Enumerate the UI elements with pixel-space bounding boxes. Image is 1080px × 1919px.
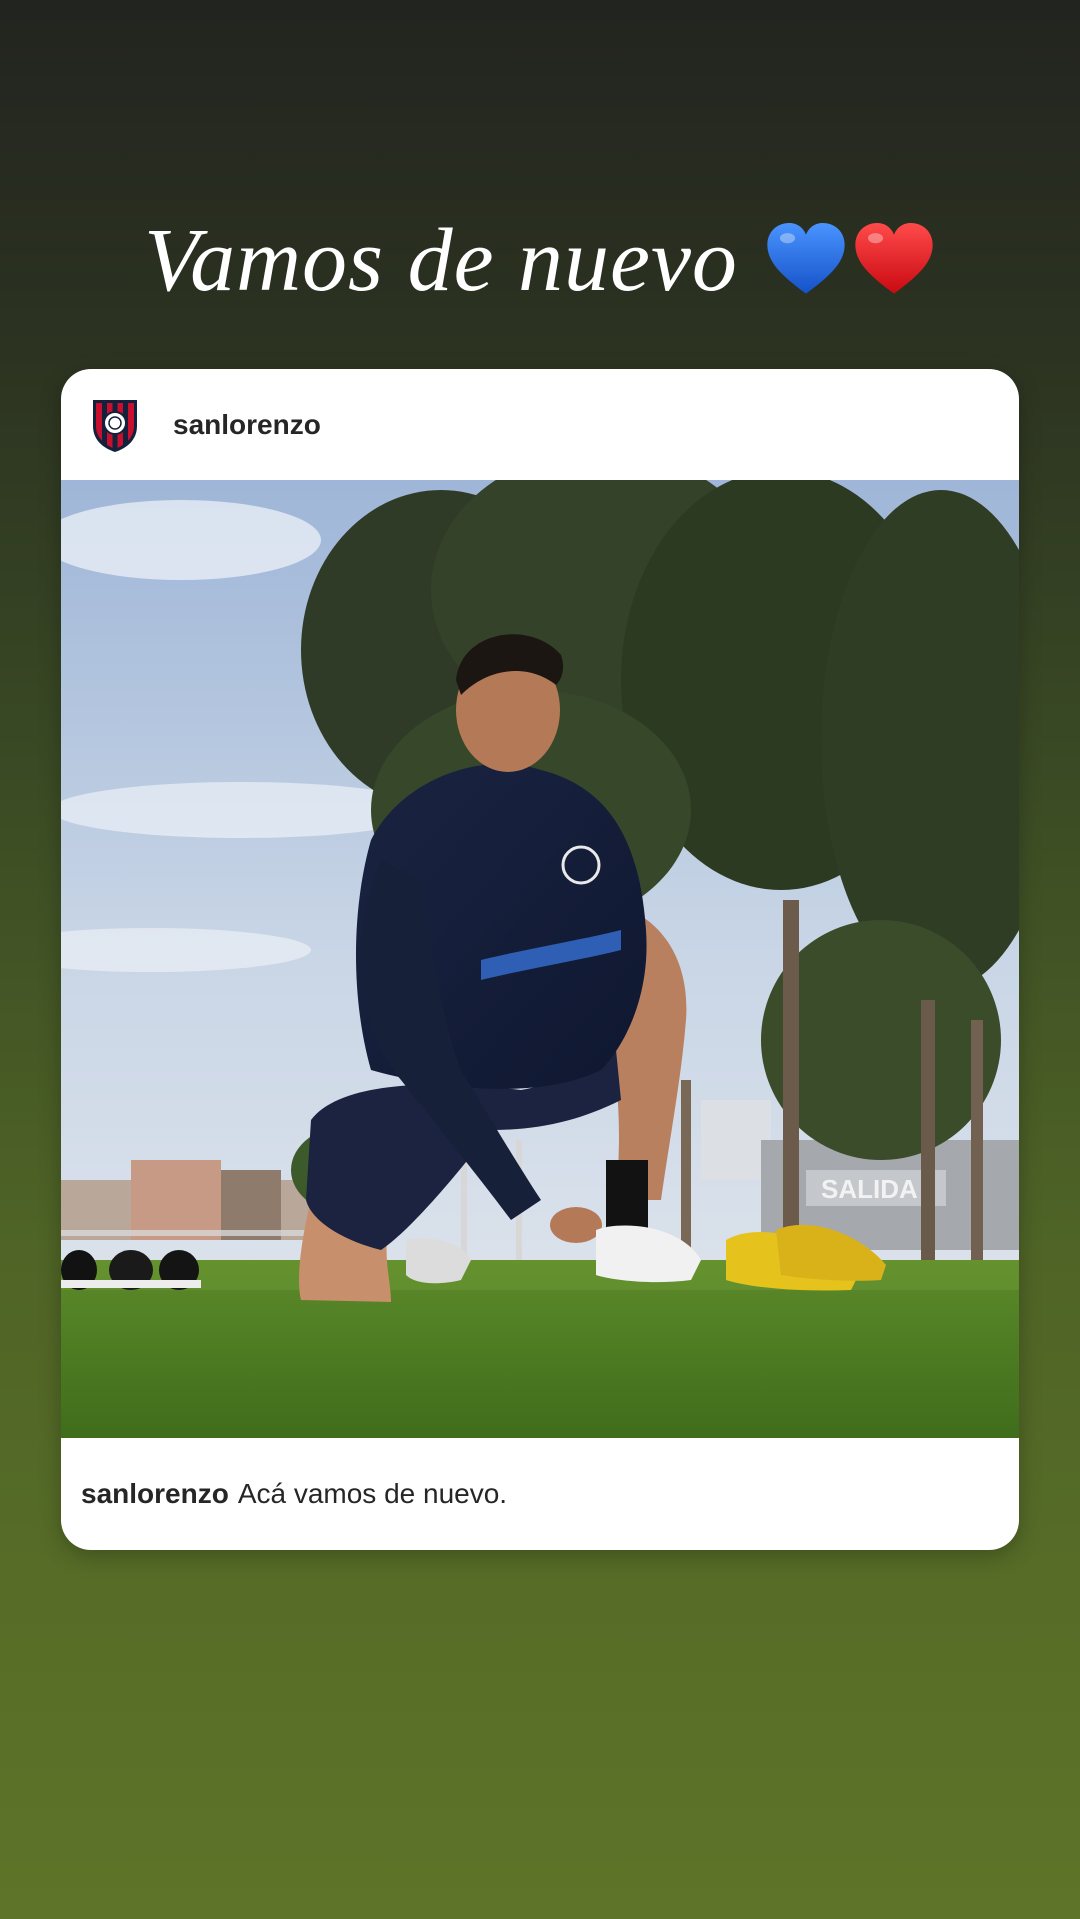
post-photo[interactable]: SALIDA bbox=[61, 480, 1019, 1438]
post-caption-text: Acá vamos de nuevo. bbox=[237, 1478, 508, 1509]
post-username[interactable]: sanlorenzo bbox=[173, 409, 321, 441]
shared-post-card[interactable]: sanlorenzo SALIDA sanlorenzo Acá vamos d… bbox=[61, 369, 1019, 1550]
story-caption: Vamos de nuevo bbox=[0, 205, 1080, 315]
story-caption-text: Vamos de nuevo bbox=[144, 210, 738, 310]
salida-sign: SALIDA bbox=[821, 1174, 918, 1204]
club-crest-icon[interactable] bbox=[89, 396, 141, 454]
post-caption: sanlorenzo Acá vamos de nuevo. bbox=[61, 1438, 1019, 1550]
heart-emojis bbox=[764, 218, 936, 302]
red-heart-icon bbox=[855, 223, 933, 294]
post-header[interactable]: sanlorenzo bbox=[61, 369, 1019, 480]
blue-heart-icon bbox=[767, 223, 845, 294]
post-caption-author[interactable]: sanlorenzo bbox=[81, 1478, 229, 1510]
